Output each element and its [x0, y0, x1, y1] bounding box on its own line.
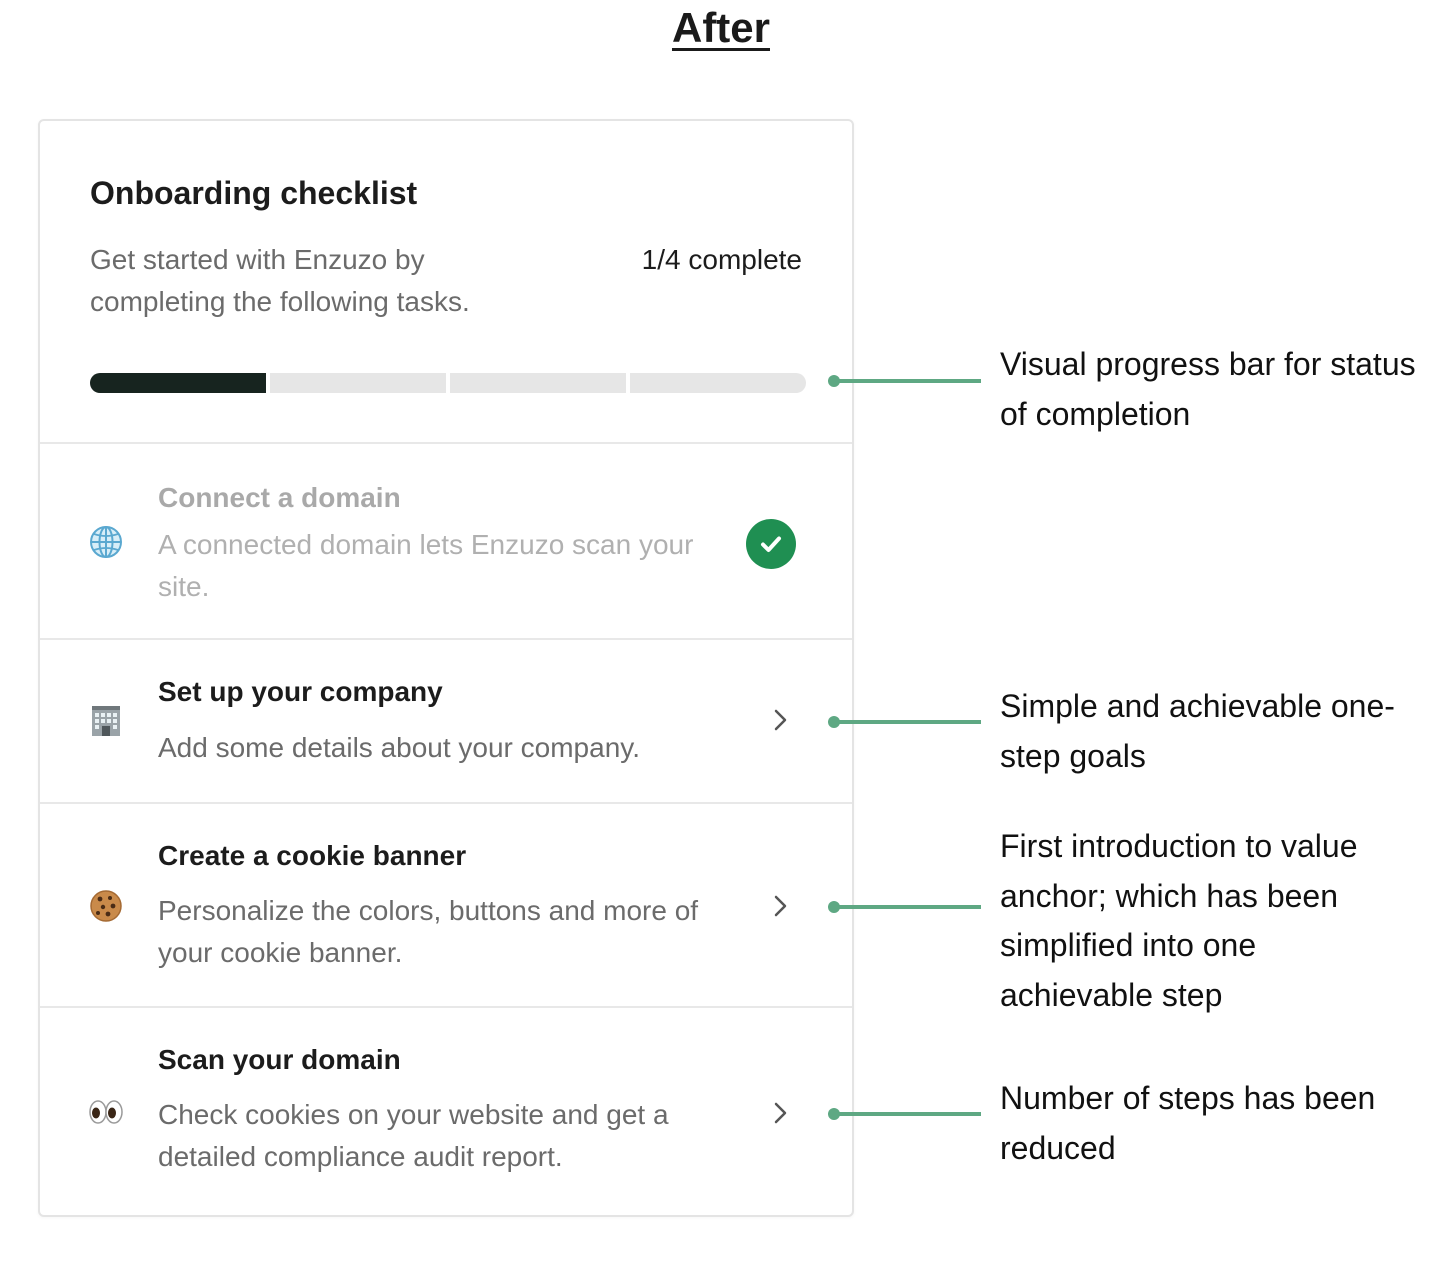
office-building-icon — [88, 703, 124, 739]
progress-segment-empty — [450, 373, 626, 393]
checklist-subtitle: Get started with Enzuzo by completing th… — [90, 244, 470, 317]
annotation-line — [834, 905, 981, 909]
annotation-line — [834, 379, 981, 383]
chevron-right-icon[interactable] — [768, 708, 792, 732]
progress-segment-empty — [270, 373, 446, 393]
annotation-progress-bar: Visual progress bar for status of comple… — [1000, 346, 1416, 432]
task-title: Create a cookie banner — [158, 840, 467, 871]
progress-count: 1/4 complete — [641, 244, 802, 275]
check-circle-icon — [746, 519, 796, 569]
progress-segment-filled — [90, 373, 266, 393]
globe-icon — [88, 524, 124, 560]
task-setup-company[interactable]: Set up your company Add some details abo… — [40, 640, 852, 804]
task-title: Set up your company — [158, 676, 443, 707]
annotation-value-anchor: First introduction to value anchor; whic… — [1000, 828, 1358, 1013]
onboarding-checklist-card: Onboarding checklist Get started with En… — [38, 119, 854, 1217]
annotation-simple-goals: Simple and achievable one-step goals — [1000, 688, 1395, 774]
task-description: Check cookies on your website and get a … — [158, 1099, 669, 1172]
eyes-icon — [88, 1094, 124, 1130]
task-title: Connect a domain — [158, 482, 401, 513]
task-title: Scan your domain — [158, 1044, 401, 1075]
annotation-line — [834, 720, 981, 724]
progress-bar — [90, 373, 806, 393]
task-scan-domain[interactable]: Scan your domain Check cookies on your w… — [40, 1008, 852, 1215]
task-create-cookie-banner[interactable]: Create a cookie banner Personalize the c… — [40, 804, 852, 1008]
chevron-right-icon[interactable] — [768, 894, 792, 918]
task-connect-domain[interactable]: Connect a domain A connected domain lets… — [40, 444, 852, 640]
checklist-header: Onboarding checklist Get started with En… — [40, 121, 852, 444]
checklist-title: Onboarding checklist — [90, 175, 418, 211]
task-description: Add some details about your company. — [158, 732, 640, 763]
task-description: A connected domain lets Enzuzo scan your… — [158, 529, 694, 602]
progress-segment-empty — [630, 373, 806, 393]
chevron-right-icon[interactable] — [768, 1101, 792, 1125]
cookie-icon — [88, 888, 124, 924]
annotation-line — [834, 1112, 981, 1116]
annotation-steps-reduced: Number of steps has been reduced — [1000, 1080, 1376, 1166]
page-heading: After — [671, 4, 770, 51]
task-description: Personalize the colors, buttons and more… — [158, 895, 699, 968]
